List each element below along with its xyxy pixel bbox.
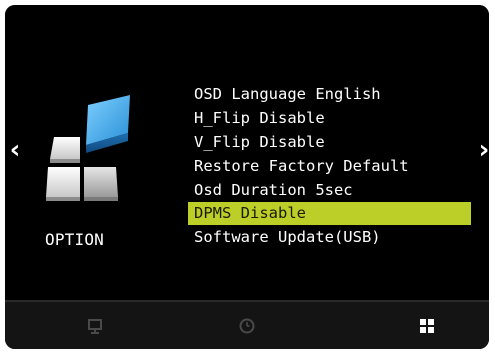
osd-frame: ‹ › OPTION OSD Language English H_Flip D… [0, 0, 495, 358]
menu-item-osd-duration[interactable]: Osd Duration 5sec [188, 179, 478, 202]
menu-item-v-flip[interactable]: V_Flip Disable [188, 131, 478, 154]
clock-icon[interactable] [237, 316, 257, 336]
category-label: OPTION [45, 230, 104, 249]
menu-item-restore-factory-default[interactable]: Restore Factory Default [188, 155, 478, 178]
display-icon[interactable] [85, 316, 105, 336]
menu-item-dpms[interactable]: DPMS Disable [188, 202, 471, 226]
osd-main-area: ‹ › OPTION OSD Language English H_Flip D… [5, 5, 489, 300]
menu-item-h-flip[interactable]: H_Flip Disable [188, 107, 478, 130]
category-tab-bar [5, 302, 489, 349]
menu-item-osd-language[interactable]: OSD Language English [188, 83, 478, 106]
previous-category-arrow-icon[interactable]: ‹ [5, 136, 25, 164]
option-tiles-icon [46, 95, 130, 201]
menu-item-software-update[interactable]: Software Update(USB) [188, 226, 478, 249]
option-menu-list: OSD Language English H_Flip Disable V_Fl… [188, 83, 478, 283]
option-grid-icon[interactable] [417, 316, 437, 336]
osd-menu-panel: ‹ › OPTION OSD Language English H_Flip D… [5, 5, 489, 349]
